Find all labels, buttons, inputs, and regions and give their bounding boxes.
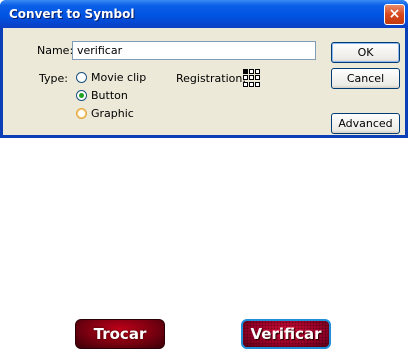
type-radio-graphic[interactable]: Graphic [76, 107, 134, 120]
type-option-label: Movie clip [91, 71, 147, 84]
registration-point[interactable] [255, 75, 260, 81]
name-input[interactable]: verificar [72, 41, 316, 60]
radio-circle-icon [76, 72, 87, 83]
registration-point[interactable] [243, 75, 248, 81]
type-label: Type: [39, 72, 68, 85]
registration-grid-icon[interactable] [243, 69, 261, 87]
registration-label: Registration: [176, 72, 247, 85]
registration-point[interactable] [243, 69, 248, 74]
type-option-label: Graphic [91, 107, 134, 120]
type-radio-movie-clip[interactable]: Movie clip [76, 71, 146, 84]
cancel-button[interactable]: Cancel [331, 68, 400, 89]
registration-point[interactable] [255, 81, 260, 87]
ok-button[interactable]: OK [331, 42, 400, 63]
registration-point[interactable] [255, 69, 260, 74]
registration-point[interactable] [243, 81, 248, 87]
type-radio-button[interactable]: Button [76, 89, 128, 102]
registration-point[interactable] [249, 81, 254, 87]
registration-point[interactable] [249, 69, 254, 74]
trocar-button[interactable]: Trocar [75, 319, 165, 349]
dialog-title: Convert to Symbol [9, 7, 135, 21]
name-label: Name: [37, 44, 74, 57]
registration-point[interactable] [249, 75, 254, 81]
close-button[interactable]: × [384, 3, 405, 25]
verificar-button[interactable]: Verificar [241, 319, 331, 349]
titlebar: Convert to Symbol × [0, 0, 408, 28]
radio-circle-icon [76, 108, 87, 119]
close-icon: × [388, 6, 401, 22]
convert-to-symbol-dialog: Convert to Symbol × Name: verificar Type… [0, 0, 408, 138]
type-option-label: Button [91, 89, 128, 102]
advanced-button[interactable]: Advanced [331, 113, 400, 134]
dialog-body: Name: verificar Type: Movie clip Button … [3, 28, 405, 135]
radio-checked-icon [76, 90, 87, 101]
